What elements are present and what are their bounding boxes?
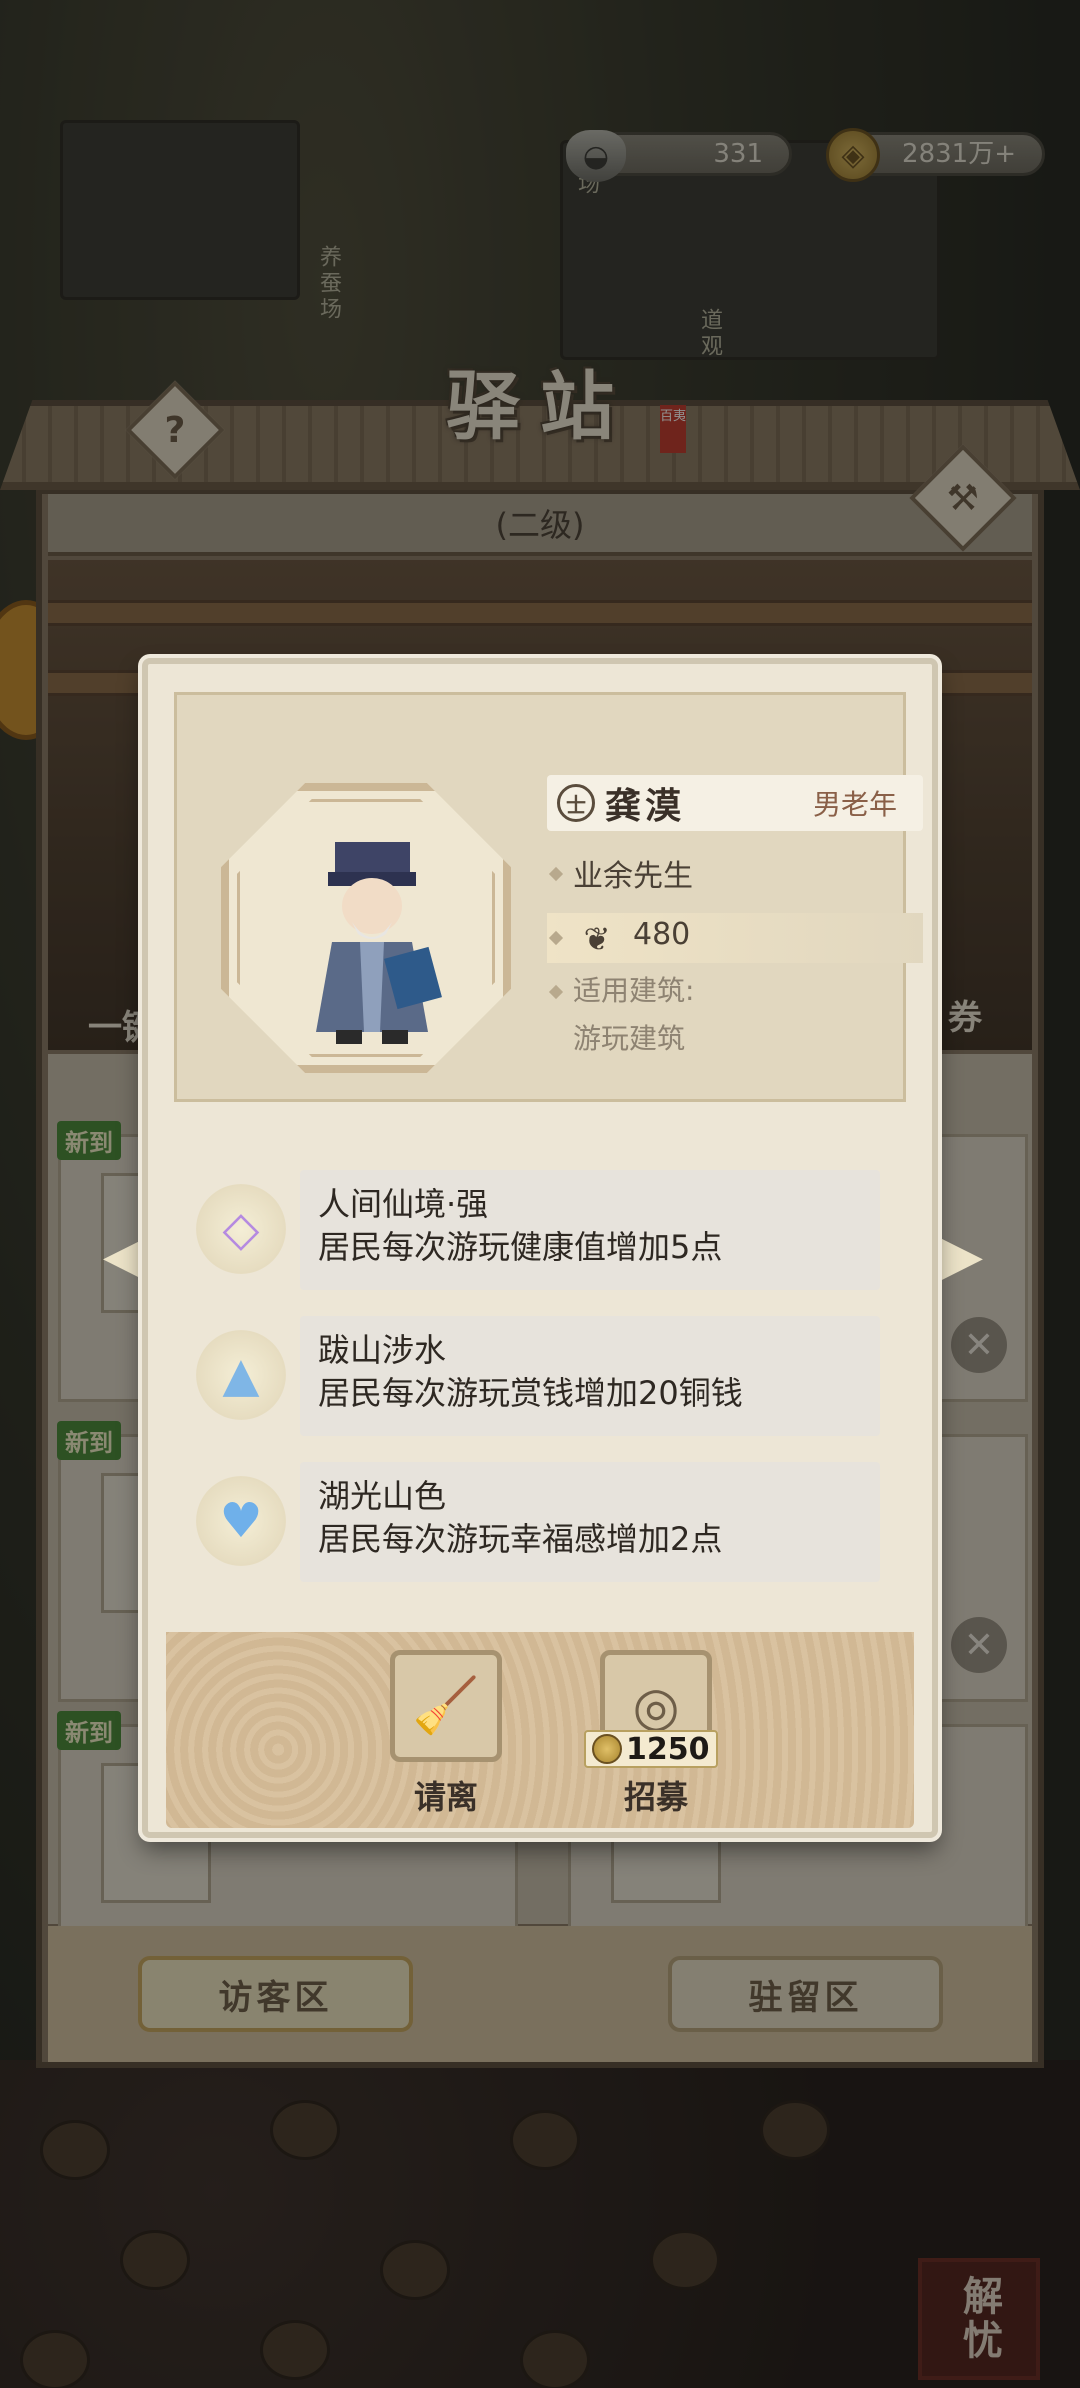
skill-box: 湖光山色 居民每次游玩幸福感增加2点 bbox=[300, 1462, 880, 1582]
action-panel: 🧹 请离 ◎ 1250 招募 bbox=[166, 1632, 914, 1828]
mountain-icon: ▲ bbox=[196, 1330, 286, 1420]
skill-item: ◇ 人间仙境·强 居民每次游玩健康值增加5点 bbox=[192, 1170, 902, 1290]
skill-desc: 居民每次游玩赏钱增加20铜钱 bbox=[318, 1374, 743, 1412]
scholar-class-icon: 士 bbox=[557, 784, 595, 822]
building-label: 适用建筑: bbox=[573, 974, 695, 1007]
dismiss-button[interactable]: 🧹 bbox=[390, 1650, 502, 1762]
visitor-name: 龚漠 bbox=[605, 785, 686, 827]
dismiss-label[interactable]: 请离 bbox=[376, 1772, 516, 1818]
visitor-points: 480 bbox=[633, 917, 691, 952]
heart-up-icon: ♥ bbox=[196, 1476, 286, 1566]
bullet-icon bbox=[548, 866, 564, 882]
visitor-title: 业余先生 bbox=[573, 859, 693, 894]
recruit-label[interactable]: 招募 bbox=[586, 1772, 726, 1818]
skill-name: 人间仙境·强 bbox=[318, 1185, 489, 1223]
name-banner: 士 龚漠 男老年 bbox=[547, 775, 923, 831]
skill-item: ♥ 湖光山色 居民每次游玩幸福感增加2点 bbox=[192, 1462, 902, 1582]
skill-desc: 居民每次游玩幸福感增加2点 bbox=[318, 1520, 723, 1558]
visitor-portrait bbox=[237, 799, 495, 1057]
bullet-icon bbox=[548, 984, 564, 1000]
immortal-realm-icon: ◇ bbox=[196, 1184, 286, 1274]
visitor-demographic: 男老年 bbox=[812, 788, 897, 821]
building-value: 游玩建筑 bbox=[573, 1022, 686, 1055]
skill-name: 跋山涉水 bbox=[318, 1331, 447, 1369]
skill-desc: 居民每次游玩健康值增加5点 bbox=[318, 1228, 723, 1266]
skill-box: 人间仙境·强 居民每次游玩健康值增加5点 bbox=[300, 1170, 880, 1290]
recruit-cost-value: 1250 bbox=[626, 1731, 710, 1767]
skill-item: ▲ 跋山涉水 居民每次游玩赏钱增加20铜钱 bbox=[192, 1316, 902, 1436]
copper-coin-icon bbox=[592, 1734, 622, 1764]
skill-name: 湖光山色 bbox=[318, 1477, 447, 1515]
visitor-info-panel: 士 龚漠 男老年 业余先生 ❦ 480 适用建筑: 游玩建筑 bbox=[174, 692, 923, 1102]
coin-hand-icon: ◎ bbox=[632, 1674, 680, 1738]
visitor-detail-modal: 士 龚漠 男老年 业余先生 ❦ 480 适用建筑: 游玩建筑 ◇ 人间仙境·强 … bbox=[142, 658, 938, 1838]
hand-heart-icon: ❦ bbox=[583, 920, 611, 958]
broom-icon: 🧹 bbox=[412, 1674, 480, 1737]
skill-box: 跋山涉水 居民每次游玩赏钱增加20铜钱 bbox=[300, 1316, 880, 1436]
recruit-cost: 1250 bbox=[584, 1730, 718, 1768]
